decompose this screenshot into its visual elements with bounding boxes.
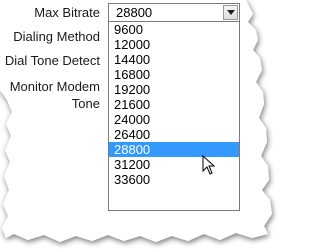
dropdown-option[interactable]: 9600 — [109, 22, 239, 37]
dropdown-option[interactable]: 12000 — [109, 37, 239, 52]
dropdown-option[interactable]: 31200 — [109, 157, 239, 172]
dropdown-option[interactable]: 28800 — [109, 142, 239, 157]
torn-paper-frame: Max Bitrate Dialing Method Dial Tone Det… — [0, 0, 289, 251]
monitor-modem-tone-label-line2: Tone — [71, 96, 100, 111]
chevron-down-icon — [227, 10, 235, 15]
dropdown-option[interactable]: 33600 — [109, 172, 239, 187]
max-bitrate-label: Max Bitrate — [34, 5, 100, 20]
dropdown-option[interactable]: 19200 — [109, 82, 239, 97]
monitor-modem-tone-label: Monitor Modem — [9, 79, 100, 94]
dropdown-option[interactable]: 16800 — [109, 67, 239, 82]
dial-tone-detect-label: Dial Tone Detect — [4, 53, 100, 68]
dropdown-option[interactable]: 26400 — [109, 127, 239, 142]
dropdown-option[interactable]: 24000 — [109, 112, 239, 127]
max-bitrate-select[interactable]: 28800 — [108, 3, 240, 22]
dropdown-option[interactable]: 14400 — [109, 52, 239, 67]
dialing-method-label: Dialing Method — [13, 29, 100, 44]
max-bitrate-value: 28800 — [116, 5, 153, 20]
dropdown-option[interactable]: 21600 — [109, 97, 239, 112]
dropdown-button[interactable] — [223, 5, 238, 20]
max-bitrate-dropdown-list[interactable]: 9600 12000 14400 16800 19200 21600 24000 26400 2… — [108, 22, 240, 211]
mouse-pointer-icon — [202, 155, 216, 175]
